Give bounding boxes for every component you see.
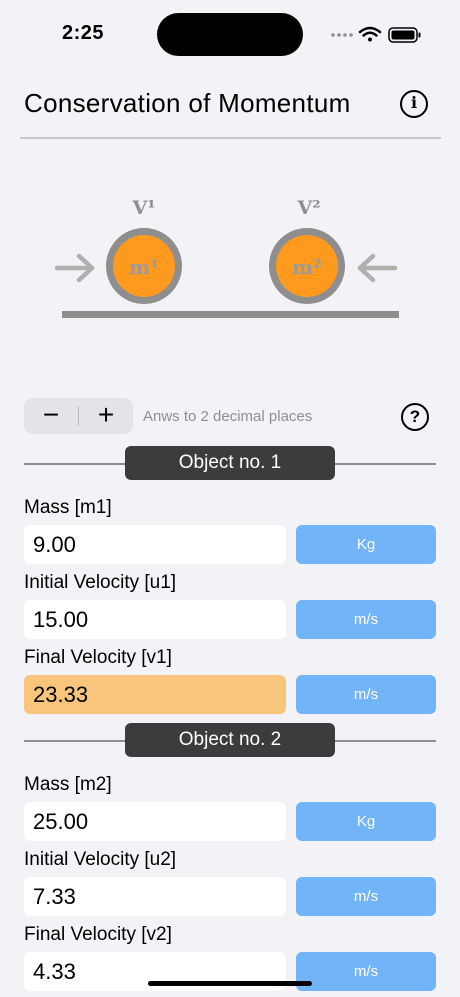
home-indicator [148,981,312,986]
decrease-precision-button[interactable]: − [24,398,78,434]
info-button[interactable]: i [400,90,428,118]
final-velocity-1-label: Final Velocity [v1] [24,647,172,668]
mass-1-label: Mass [m1] [24,497,112,518]
mass-1-ball: m¹ [106,228,182,304]
initial-velocity-1-input[interactable]: 15.00 [24,600,286,639]
final-velocity-2-label: Final Velocity [v2] [24,924,172,945]
initial-velocity-1-label: Initial Velocity [u1] [24,572,177,593]
initial-velocity-2-unit-button[interactable]: m/s [296,877,436,916]
m2-label: m² [292,255,322,279]
help-button[interactable]: ? [401,403,429,431]
final-velocity-1-unit-button[interactable]: m/s [296,675,436,714]
question-icon: ? [409,407,421,426]
final-velocity-2-unit-button[interactable]: m/s [296,952,436,991]
initial-velocity-1-unit-button[interactable]: m/s [296,600,436,639]
final-velocity-1-result[interactable]: 23.33 [24,675,286,714]
mass-1-input[interactable]: 9.00 [24,525,286,564]
status-icons [331,26,421,43]
section-header-object-2: Object no. 2 [125,723,335,757]
precision-stepper[interactable]: − + [24,398,133,434]
v1-label: V¹ [131,197,155,219]
initial-velocity-2-input[interactable]: 7.33 [24,877,286,916]
status-time: 2:25 [62,22,105,44]
info-icon: i [410,93,418,112]
initial-velocity-2-label: Initial Velocity [u2] [24,849,177,870]
right-arrow-icon [357,253,398,283]
cellular-signal-icon [331,33,353,37]
header-divider [20,137,441,139]
mass-2-input[interactable]: 25.00 [24,802,286,841]
mass-2-label: Mass [m2] [24,774,112,795]
precision-text: Anws to 2 decimal places [143,408,313,425]
increase-precision-button[interactable]: + [79,398,133,434]
ground-line [62,311,399,318]
collision-diagram: V¹ V² m¹ m² [54,197,399,318]
m1-label: m¹ [129,255,159,279]
v2-label: V² [296,197,320,219]
dynamic-island [157,13,303,56]
section-header-object-1: Object no. 1 [125,446,335,480]
wifi-icon [358,26,382,42]
mass-2-unit-button[interactable]: Kg [296,802,436,841]
mass-1-unit-button[interactable]: Kg [296,525,436,564]
battery-icon [388,27,421,43]
mass-2-ball: m² [269,228,345,304]
left-arrow-icon [54,253,95,283]
page-title: Conservation of Momentum [24,88,351,118]
